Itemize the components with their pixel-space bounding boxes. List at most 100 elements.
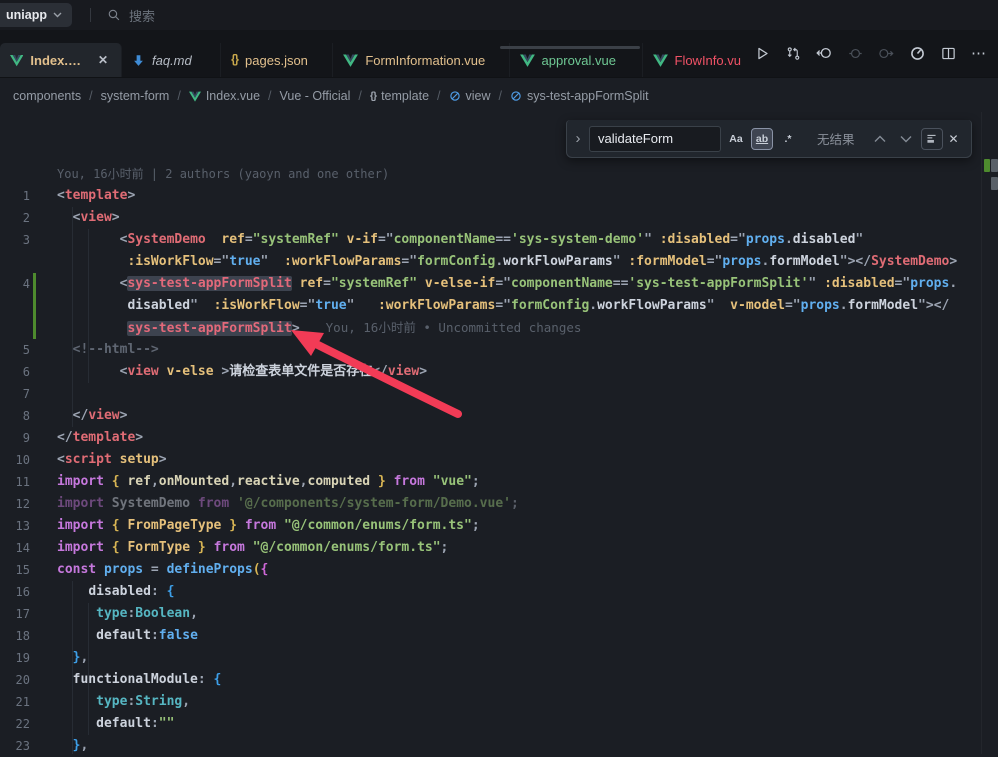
- run-icon[interactable]: [751, 42, 773, 64]
- indent-guide: [88, 229, 89, 383]
- line-number: [0, 295, 30, 317]
- breadcrumb-separator: /: [177, 89, 180, 103]
- tab-pages-json[interactable]: {} pages.json: [221, 43, 333, 77]
- breadcrumb-item-system-form[interactable]: system-form: [101, 89, 170, 103]
- code-line[interactable]: 13import { FromPageType } from "@/common…: [0, 515, 984, 537]
- navigate-back-icon[interactable]: [813, 42, 835, 64]
- tab-flowinfo-vue[interactable]: FlowInfo.vu: [643, 43, 751, 77]
- line-number: 20: [0, 669, 30, 691]
- tab-label: FlowInfo.vu: [675, 53, 741, 68]
- code-line[interactable]: 8 </view>: [0, 405, 984, 427]
- code-line[interactable]: 14import { FormType } from "@/common/enu…: [0, 537, 984, 559]
- code-line[interactable]: 21 type:String,: [0, 691, 984, 713]
- code-line[interactable]: 20 functionalModule: {: [0, 669, 984, 691]
- more-actions-icon[interactable]: ⋯: [968, 42, 990, 64]
- regex-button[interactable]: .*: [777, 128, 799, 150]
- code-line[interactable]: 2 <view>: [0, 207, 984, 229]
- gutter-change-bar: [30, 405, 57, 427]
- code-line[interactable]: 4 <sys-test-appFormSplit ref="systemRef"…: [0, 273, 984, 295]
- code-line[interactable]: 22 default:"": [0, 713, 984, 735]
- scrollbar-edge: [981, 112, 982, 754]
- gutter-change-bar: [30, 537, 57, 559]
- git-compare-icon[interactable]: [782, 42, 804, 64]
- json-icon: {}: [231, 54, 238, 66]
- tab-forminformation-vue[interactable]: FormInformation.vue: [333, 43, 509, 77]
- code-line[interactable]: 19 },: [0, 647, 984, 669]
- editor[interactable]: You, 16小时前 | 2 authors (yaoyn and one ot…: [0, 163, 984, 757]
- code-line[interactable]: 17 type:Boolean,: [0, 603, 984, 625]
- tab-index-vue[interactable]: Index.vue ✕: [0, 43, 122, 77]
- gutter-change-bar: [30, 493, 57, 515]
- vue-icon: [520, 54, 535, 67]
- find-input[interactable]: [589, 126, 721, 152]
- symbol-icon: [449, 90, 461, 102]
- timer-icon[interactable]: [906, 42, 928, 64]
- code-line[interactable]: 16 disabled: {: [0, 581, 984, 603]
- global-search[interactable]: 搜索: [107, 6, 155, 25]
- continue-icon[interactable]: [875, 42, 897, 64]
- code-line[interactable]: 15const props = defineProps({: [0, 559, 984, 581]
- gutter-change-bar: [30, 603, 57, 625]
- breadcrumb-item-components[interactable]: components: [13, 89, 81, 103]
- code-line[interactable]: :isWorkFlow="true" :workFlowParams="form…: [0, 251, 984, 273]
- split-editor-icon[interactable]: [937, 42, 959, 64]
- find-results-count: 无结果: [817, 129, 855, 148]
- code-line[interactable]: 9</template>: [0, 427, 984, 449]
- close-icon[interactable]: ✕: [949, 132, 959, 146]
- gutter-change-bar: [30, 449, 57, 471]
- whole-word-button[interactable]: ab: [751, 128, 773, 150]
- tab-bar: Index.vue ✕ faq.md {} pages.json FormInf…: [0, 30, 998, 78]
- gutter-change-bar: [30, 515, 57, 537]
- gutter-change-bar: [30, 383, 57, 405]
- next-match-icon[interactable]: [895, 128, 917, 150]
- line-number: 6: [0, 361, 30, 383]
- gutter-change-bar: [30, 251, 57, 273]
- find-in-selection-icon[interactable]: [921, 128, 943, 150]
- code-line[interactable]: 6 <view v-else >请检查表单文件是否存在</view>: [0, 361, 984, 383]
- line-number: 19: [0, 647, 30, 669]
- vue-icon: [10, 54, 23, 67]
- code-line[interactable]: 11import { ref,onMounted,reactive,comput…: [0, 471, 984, 493]
- indent-guide: [72, 207, 73, 427]
- code-line[interactable]: disabled" :isWorkFlow="true" :workFlowPa…: [0, 295, 984, 317]
- code-line[interactable]: 3 <SystemDemo ref="systemRef" v-if="comp…: [0, 229, 984, 251]
- code-line[interactable]: 1<template>: [0, 185, 984, 207]
- line-number: 8: [0, 405, 30, 427]
- line-number: 4: [0, 273, 30, 295]
- code-line[interactable]: 12import SystemDemo from '@/components/s…: [0, 493, 984, 515]
- breadcrumb-item-sys-test-appformsplit[interactable]: sys-test-appFormSplit: [510, 89, 649, 103]
- tab-label: Index.vue: [30, 53, 84, 68]
- line-number: 18: [0, 625, 30, 647]
- breadcrumb-item-vue-official[interactable]: Vue - Official: [280, 89, 351, 103]
- line-number: 9: [0, 427, 30, 449]
- breadcrumb-item-view[interactable]: view: [449, 89, 491, 103]
- match-case-button[interactable]: Aa: [725, 128, 747, 150]
- code-line[interactable]: sys-test-appFormSplit>You, 16小时前 • Uncom…: [0, 317, 984, 339]
- line-number: 11: [0, 471, 30, 493]
- line-number: 14: [0, 537, 30, 559]
- gutter-change-bar: [30, 471, 57, 493]
- previous-match-icon[interactable]: [869, 128, 891, 150]
- gutter-change-bar: [30, 559, 57, 581]
- tab-label: faq.md: [152, 53, 192, 68]
- breadcrumb-item-template[interactable]: {} template: [370, 89, 429, 103]
- tab-strip-scrollbar[interactable]: [500, 46, 640, 49]
- tab-label: pages.json: [245, 53, 308, 68]
- code-lines: 1<template>2 <view>3 <SystemDemo ref="sy…: [0, 185, 984, 757]
- find-collapse-icon[interactable]: ›: [571, 130, 585, 147]
- indent-guide: [88, 603, 89, 735]
- gutter-change-bar: [30, 339, 57, 361]
- code-line[interactable]: 10<script setup>: [0, 449, 984, 471]
- record-icon[interactable]: [844, 42, 866, 64]
- code-line[interactable]: 7: [0, 383, 984, 405]
- gutter-change-bar: [30, 207, 57, 229]
- tab-faq-md[interactable]: faq.md: [122, 43, 221, 77]
- blame-annotation: You, 16小时前 | 2 authors (yaoyn and one ot…: [0, 163, 984, 185]
- gutter-change-bar: [30, 427, 57, 449]
- breadcrumb-item-index-vue[interactable]: Index.vue: [189, 89, 260, 103]
- project-switcher[interactable]: uniapp: [0, 3, 72, 27]
- vue-icon: [343, 54, 358, 67]
- code-line[interactable]: 5 <!--html-->: [0, 339, 984, 361]
- code-line[interactable]: 18 default:false: [0, 625, 984, 647]
- close-icon[interactable]: ✕: [95, 52, 111, 68]
